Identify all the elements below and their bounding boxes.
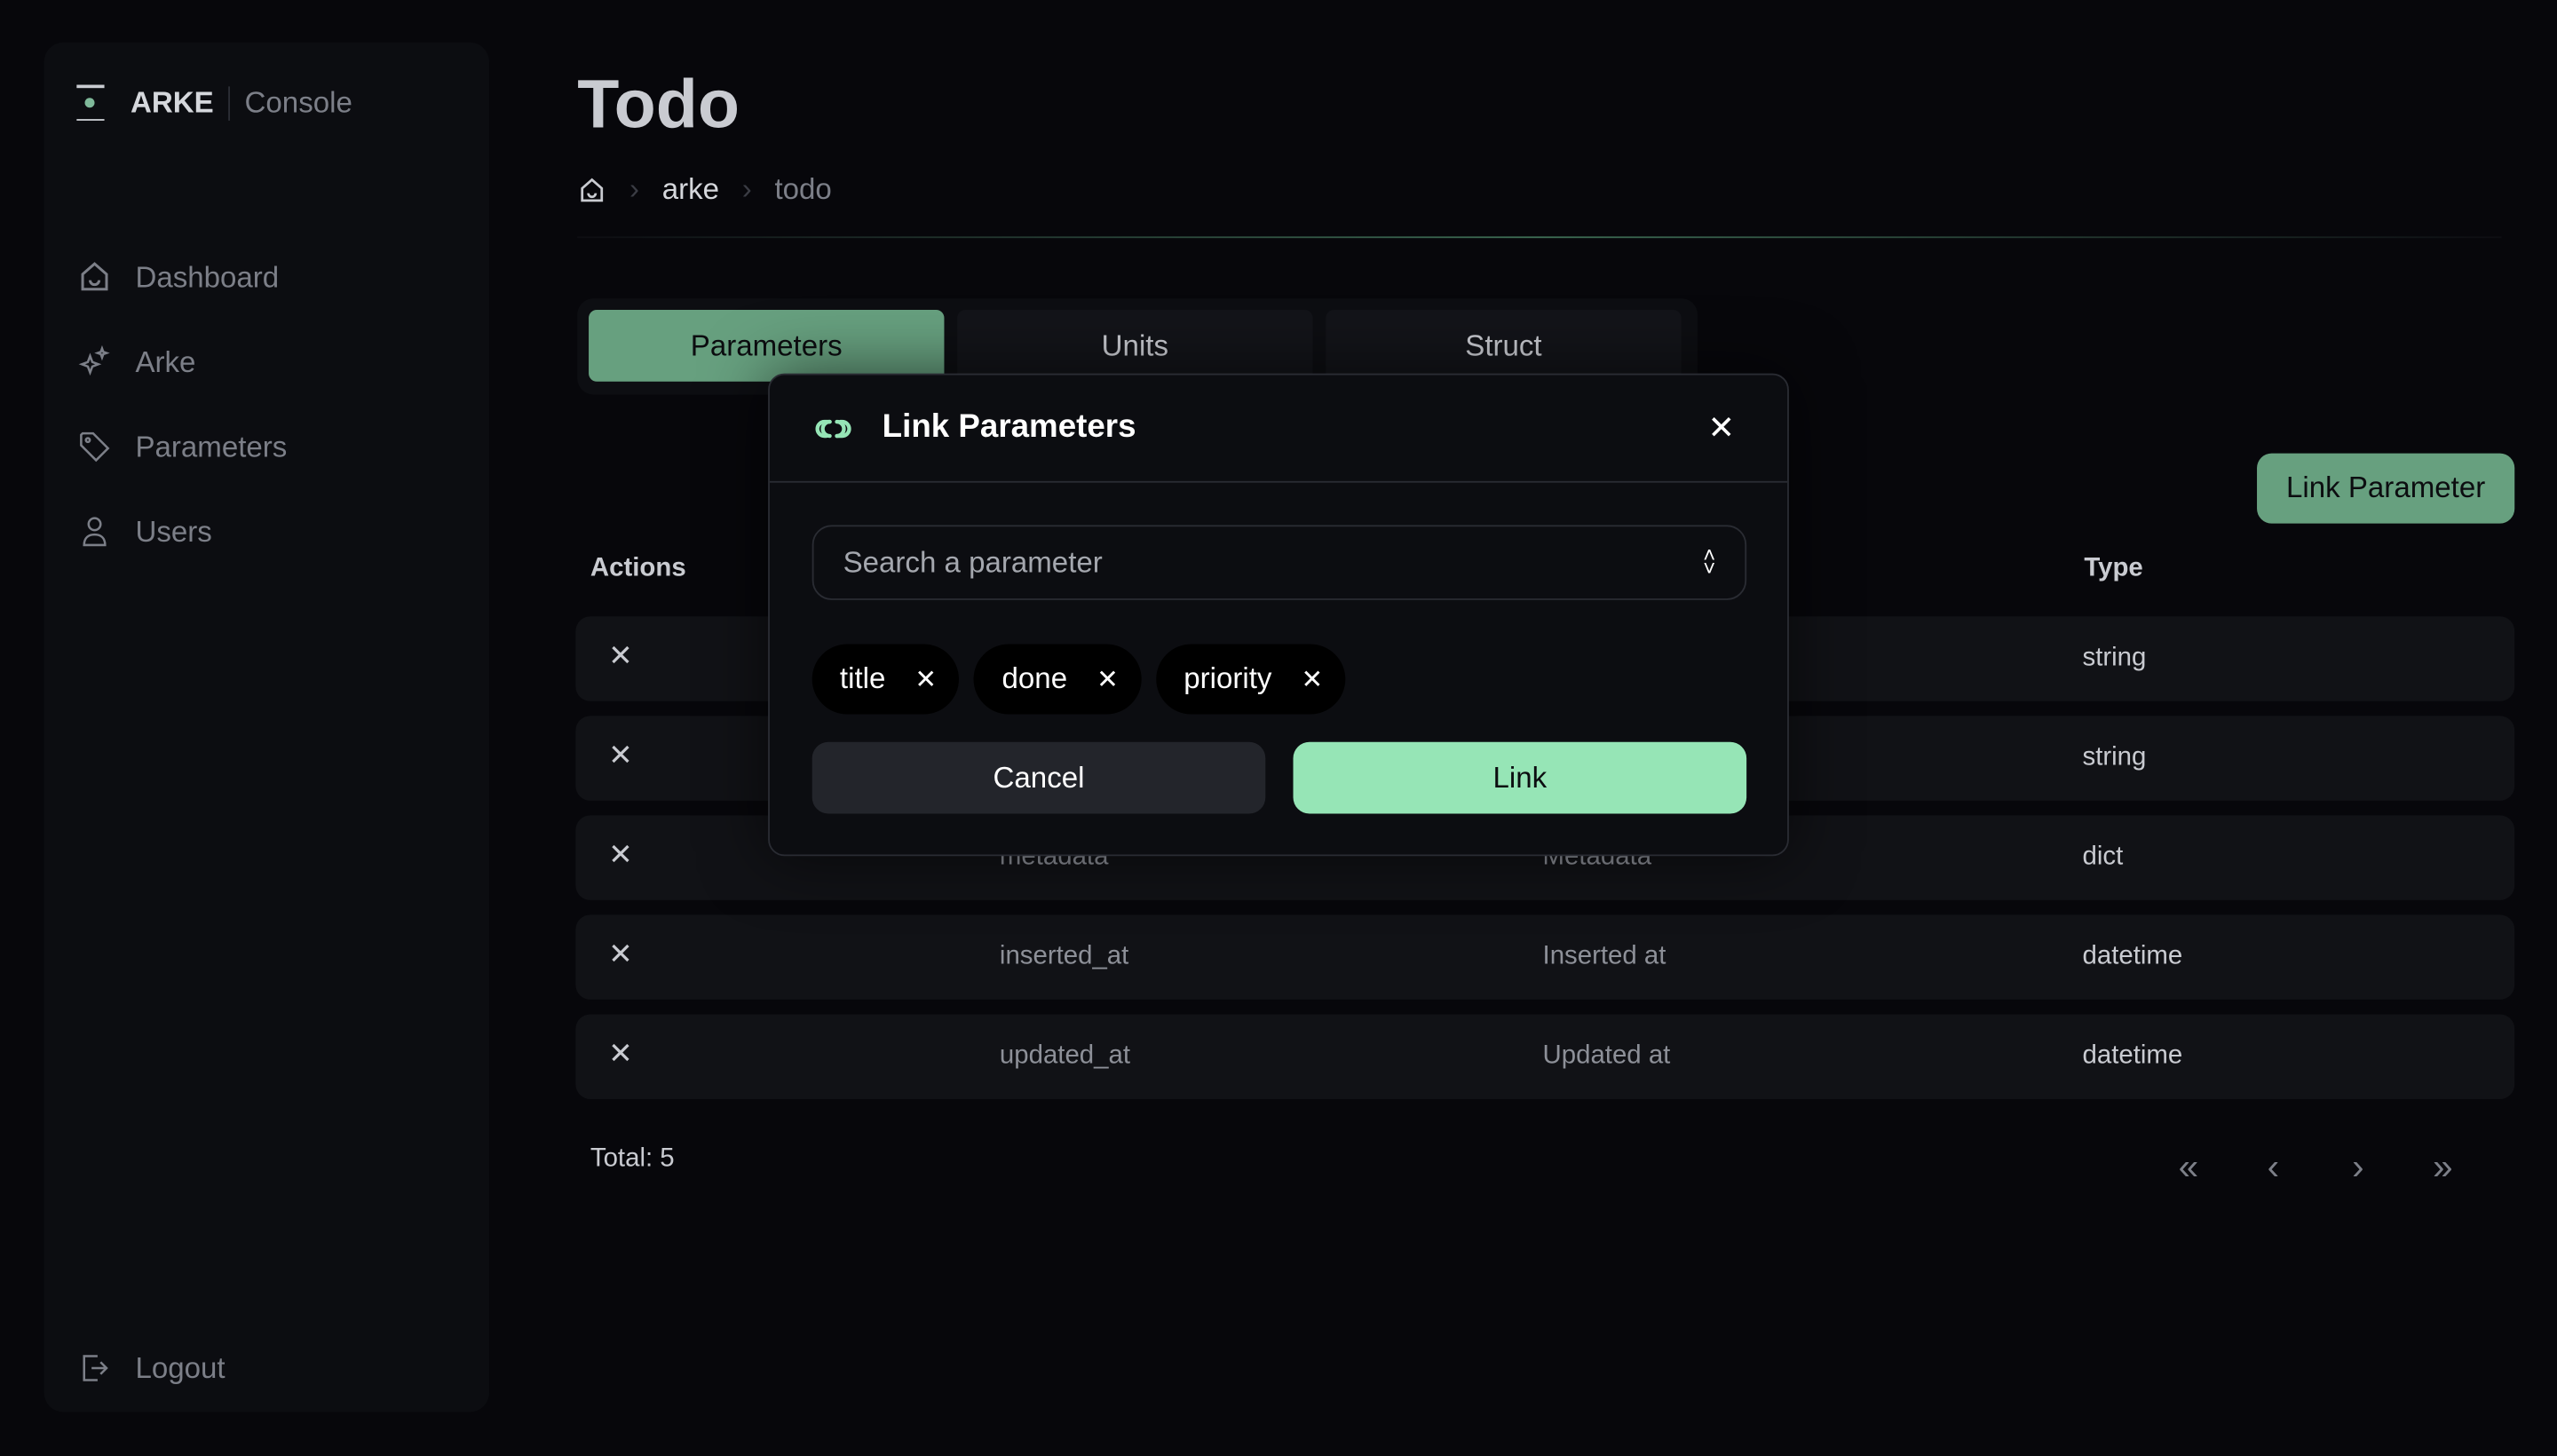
link-parameter-button[interactable]: Link Parameter	[2257, 453, 2515, 524]
cancel-button[interactable]: Cancel	[811, 741, 1266, 814]
cell-id: inserted_at	[999, 942, 1129, 970]
column-header-actions: Actions	[590, 554, 686, 582]
chevron-right-icon: ›	[741, 172, 752, 206]
selected-parameters: title ✕ done ✕ priority ✕	[811, 644, 1346, 715]
logout-label: Logout	[135, 1350, 226, 1384]
page-title: Todo	[577, 65, 740, 142]
remove-row-icon[interactable]: ✕	[608, 739, 633, 773]
remove-row-icon[interactable]: ✕	[608, 938, 633, 972]
chevron-up-down-icon: ˄ ˅	[1703, 542, 1716, 581]
logo-icon	[76, 84, 105, 121]
first-page-button[interactable]: «	[2169, 1146, 2208, 1189]
cell-type: string	[2082, 644, 2147, 672]
sparkles-icon	[78, 344, 110, 376]
app: ARKE Console Dashboard Arke Parameters U…	[0, 0, 2557, 1456]
table-row: ✕ inserted_at Inserted at datetime	[575, 914, 2515, 1000]
last-page-button[interactable]: »	[2423, 1146, 2462, 1189]
remove-row-icon[interactable]: ✕	[608, 1037, 633, 1072]
sidebar-item-dashboard[interactable]: Dashboard	[76, 234, 287, 320]
breadcrumb: › arke › todo	[577, 173, 832, 208]
logout-button[interactable]: Logout	[76, 1350, 226, 1386]
remove-chip-icon[interactable]: ✕	[914, 663, 937, 696]
remove-chip-icon[interactable]: ✕	[1096, 663, 1119, 696]
cell-type: datetime	[2082, 942, 2183, 970]
column-header-type: Type	[2084, 554, 2143, 582]
prev-page-button[interactable]: ‹	[2253, 1146, 2292, 1189]
sidebar: ARKE Console Dashboard Arke Parameters U…	[44, 42, 490, 1412]
cell-id: updated_at	[999, 1041, 1130, 1070]
link-parameters-modal: Link Parameters ✕ Search a parameter ˄ ˅ …	[768, 373, 1789, 857]
link-icon	[815, 418, 851, 438]
cell-type: dict	[2082, 843, 2124, 871]
remove-row-icon[interactable]: ✕	[608, 639, 633, 674]
cell-label: Updated at	[1542, 1041, 1671, 1070]
sidebar-nav: Dashboard Arke Parameters Users	[76, 234, 287, 574]
tag-icon	[80, 431, 110, 463]
chip-label: done	[1001, 661, 1068, 695]
sidebar-item-label: Parameters	[135, 429, 288, 463]
sidebar-item-arke[interactable]: Arke	[76, 320, 287, 405]
home-icon	[81, 262, 108, 291]
sidebar-item-label: Users	[135, 514, 212, 548]
home-icon[interactable]	[577, 175, 606, 204]
chip-label: title	[839, 661, 886, 695]
tab-units[interactable]: Units	[957, 309, 1313, 382]
link-button[interactable]: Link	[1293, 741, 1747, 814]
breadcrumb-arke[interactable]: arke	[662, 173, 719, 208]
close-icon[interactable]: ✕	[1707, 408, 1735, 448]
user-icon	[83, 517, 107, 547]
total-count: Total: 5	[590, 1144, 675, 1173]
logo: ARKE Console	[76, 84, 352, 121]
modal-title: Link Parameters	[882, 409, 1136, 446]
sidebar-item-label: Arke	[135, 344, 196, 378]
sidebar-item-users[interactable]: Users	[76, 489, 287, 574]
remove-row-icon[interactable]: ✕	[608, 838, 633, 873]
cell-type: datetime	[2082, 1041, 2183, 1070]
table-row: ✕ updated_at Updated at datetime	[575, 1014, 2515, 1099]
brand-product: Console	[244, 85, 352, 119]
tab-struct[interactable]: Struct	[1326, 309, 1682, 382]
remove-chip-icon[interactable]: ✕	[1302, 663, 1324, 696]
sidebar-item-parameters[interactable]: Parameters	[76, 405, 287, 490]
logout-icon	[83, 1355, 108, 1381]
next-page-button[interactable]: ›	[2339, 1146, 2378, 1189]
search-parameter-select[interactable]: Search a parameter ˄ ˅	[811, 525, 1747, 600]
cell-type: string	[2082, 743, 2147, 772]
chip-title: title ✕	[811, 644, 960, 715]
tab-parameters[interactable]: Parameters	[589, 309, 945, 382]
cell-label: Inserted at	[1542, 942, 1666, 970]
search-placeholder: Search a parameter	[843, 545, 1103, 579]
divider	[577, 236, 2502, 239]
chip-done: done ✕	[974, 644, 1142, 715]
sidebar-item-label: Dashboard	[135, 259, 280, 293]
chip-label: priority	[1184, 661, 1272, 695]
chip-priority: priority ✕	[1156, 644, 1346, 715]
chevron-right-icon: ›	[629, 172, 639, 206]
modal-header: Link Parameters ✕	[769, 375, 1788, 483]
brand-name: ARKE	[131, 85, 231, 120]
breadcrumb-todo: todo	[774, 172, 832, 206]
pagination: « ‹ › »	[2169, 1146, 2463, 1189]
